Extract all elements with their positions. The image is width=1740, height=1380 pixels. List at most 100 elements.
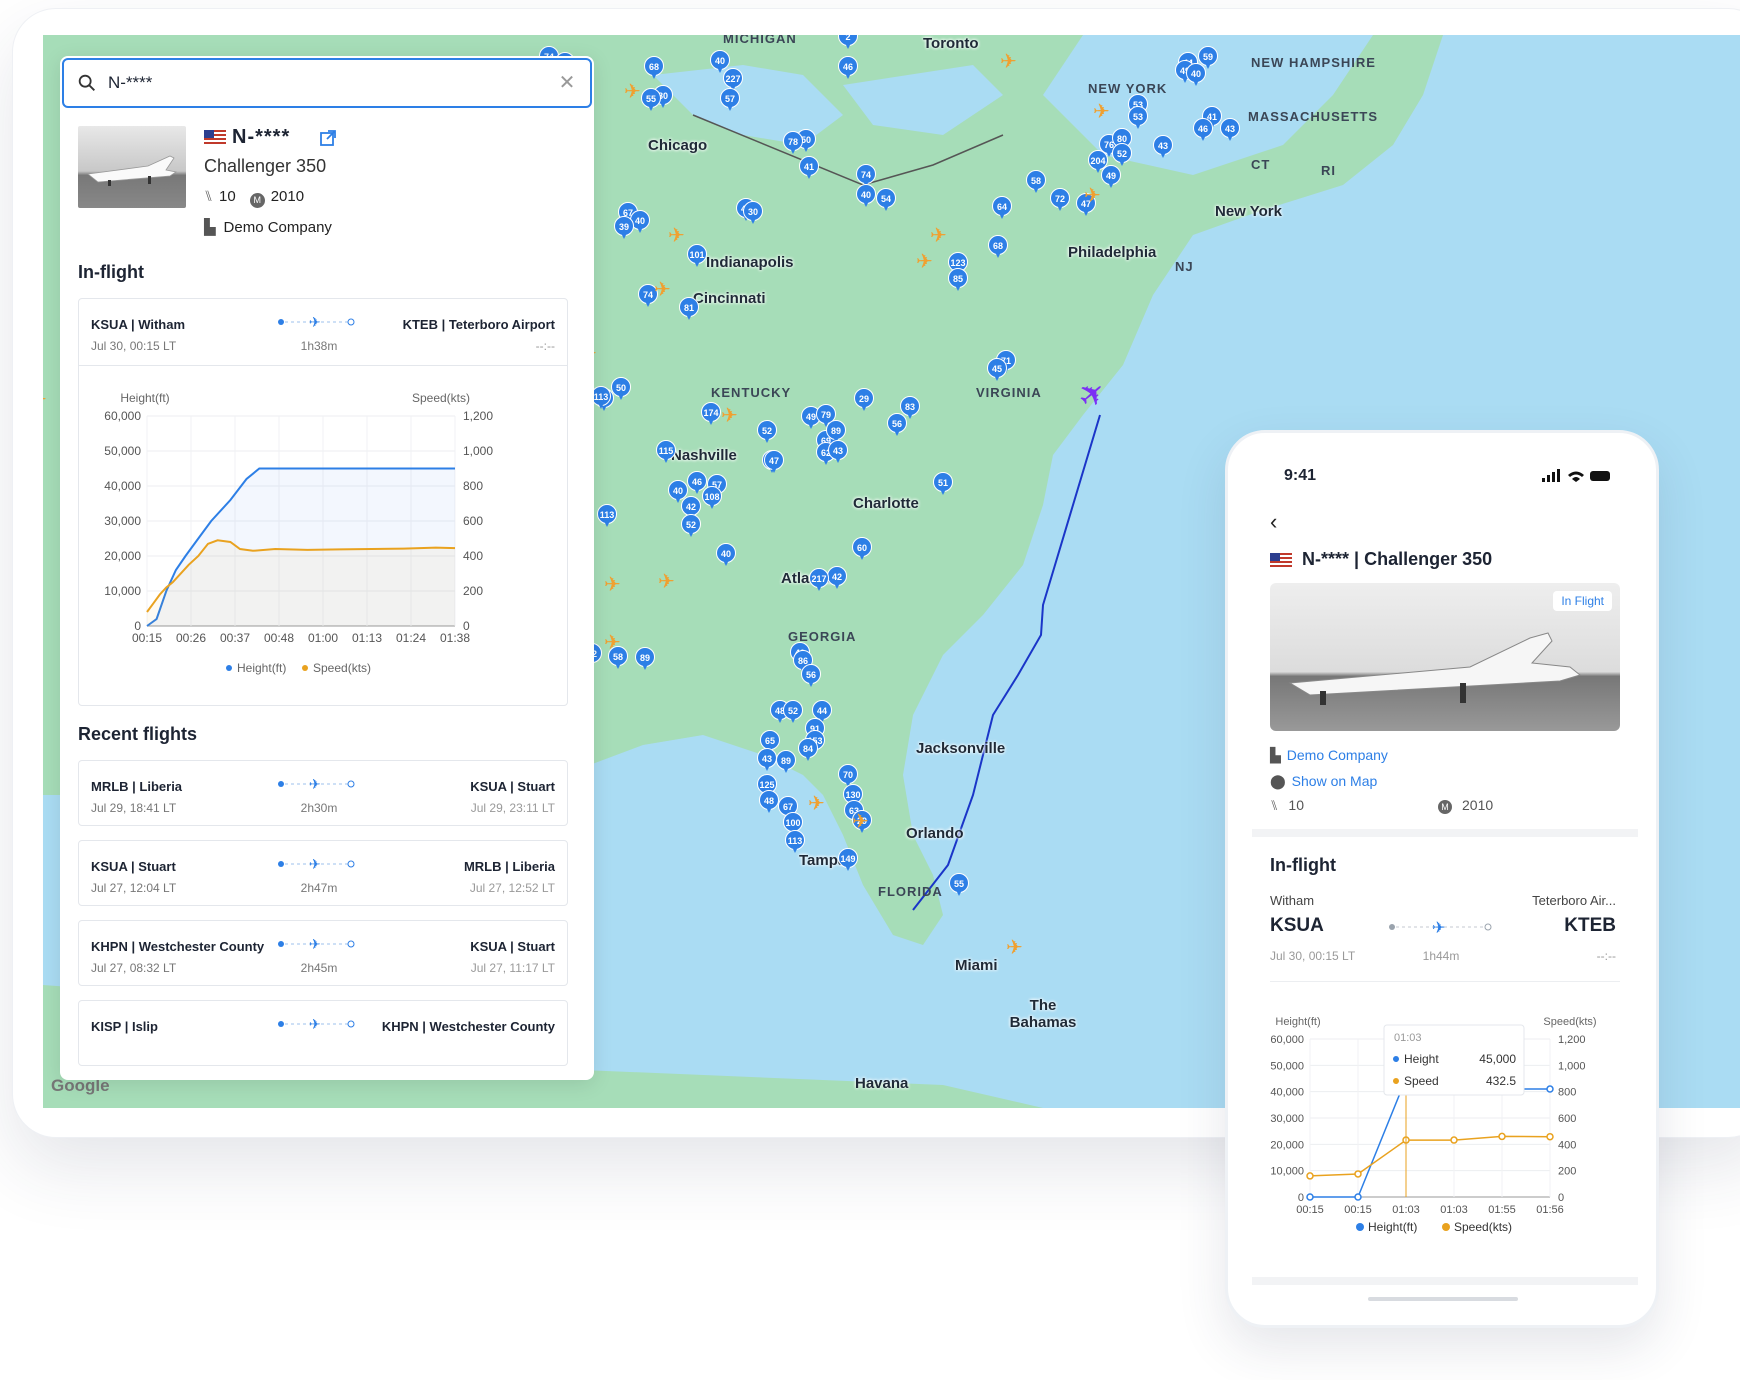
recent-flight-card[interactable]: KHPN | Westchester County ✈ KSUA | Stuar…	[78, 920, 568, 986]
aircraft-cluster-pin[interactable]: 43	[828, 440, 848, 464]
other-aircraft-icon[interactable]: ✈	[1093, 102, 1113, 122]
aircraft-cluster-pin[interactable]: 56	[887, 413, 907, 437]
aircraft-cluster-pin[interactable]: 40	[716, 543, 736, 567]
other-aircraft-icon[interactable]: ✈	[43, 390, 50, 410]
other-aircraft-icon[interactable]: ✈	[930, 226, 950, 246]
aircraft-cluster-pin[interactable]: 113	[785, 830, 805, 854]
recent-flight-card[interactable]: MRLB | Liberia ✈ KSUA | Stuart Jul 29, 1…	[78, 760, 568, 826]
aircraft-cluster-pin[interactable]: 46	[838, 56, 858, 80]
external-link-icon[interactable]	[318, 128, 338, 148]
aircraft-cluster-pin[interactable]: 113	[597, 504, 617, 528]
other-aircraft-icon[interactable]: ✈	[808, 794, 828, 814]
aircraft-cluster-pin[interactable]: 56	[801, 664, 821, 688]
aircraft-cluster-pin[interactable]: 43	[1153, 135, 1173, 159]
svg-text:✈: ✈	[309, 315, 321, 329]
aircraft-cluster-pin[interactable]: 52	[757, 420, 777, 444]
phone-altitude-speed-chart[interactable]: Height(ft) Speed(kts) 0 0 10,000 200 20,000 400…	[1258, 1003, 1638, 1273]
series-point[interactable]	[1546, 1132, 1554, 1141]
aircraft-cluster-pin[interactable]: 68	[988, 235, 1008, 259]
other-aircraft-icon[interactable]: ✈	[1006, 938, 1026, 958]
aircraft-cluster-pin[interactable]: 49	[1101, 165, 1121, 189]
other-aircraft-icon[interactable]: ✈	[1084, 186, 1104, 206]
other-aircraft-icon[interactable]: ✈	[654, 280, 674, 300]
aircraft-cluster-pin[interactable]: 174	[701, 402, 721, 426]
aircraft-cluster-pin[interactable]: 108	[702, 486, 722, 510]
aircraft-cluster-pin[interactable]: 39	[614, 216, 634, 240]
aircraft-cluster-pin[interactable]: 50	[611, 377, 631, 401]
aircraft-cluster-pin[interactable]: 149	[838, 848, 858, 872]
aircraft-cluster-pin[interactable]: 2	[838, 35, 858, 50]
aircraft-cluster-pin[interactable]: 89	[635, 647, 655, 671]
series-point[interactable]	[1354, 1170, 1362, 1178]
show-on-map-link[interactable]: ⬤ Show on Map	[1270, 773, 1377, 790]
aircraft-cluster-pin[interactable]: 81	[679, 297, 699, 321]
aircraft-cluster-pin[interactable]: 115	[656, 440, 676, 464]
altitude-speed-chart[interactable]: Height(ft) Speed(kts) 0 0 10,000 200 20,000 400…	[79, 365, 567, 705]
aircraft-cluster-pin[interactable]: 43	[1220, 118, 1240, 142]
aircraft-cluster-pin[interactable]: 52	[783, 700, 803, 724]
series-point[interactable]	[1546, 1085, 1554, 1093]
aircraft-cluster-pin[interactable]: 84	[798, 738, 818, 762]
aircraft-cluster-pin[interactable]: 43	[757, 748, 777, 772]
series-point[interactable]	[1306, 1172, 1314, 1180]
aircraft-cluster-pin[interactable]: 54	[876, 188, 896, 212]
aircraft-cluster-pin[interactable]: 53	[1128, 106, 1148, 130]
back-icon[interactable]: ‹	[1270, 509, 1277, 535]
x-tick-label: 00:15	[132, 631, 162, 645]
other-aircraft-icon[interactable]: ✈	[916, 252, 936, 272]
search-input[interactable]	[108, 70, 528, 96]
aircraft-cluster-pin[interactable]: 46	[1193, 118, 1213, 142]
series-point[interactable]	[1306, 1193, 1314, 1201]
aircraft-cluster-pin[interactable]: 30	[743, 201, 763, 225]
tooltip-time: 01:03	[1394, 1032, 1422, 1044]
y-left-tick-label: 0	[1298, 1192, 1304, 1204]
aircraft-cluster-pin[interactable]: 42	[827, 566, 847, 590]
aircraft-cluster-pin[interactable]: 52	[681, 514, 701, 538]
other-aircraft-icon[interactable]: ✈	[624, 82, 644, 102]
series-point[interactable]	[1354, 1193, 1362, 1201]
other-aircraft-icon[interactable]: ✈	[721, 406, 741, 426]
aircraft-cluster-pin[interactable]: 55	[949, 873, 969, 897]
aircraft-cluster-pin[interactable]: 41	[799, 156, 819, 180]
series-point[interactable]	[1498, 1132, 1506, 1141]
aircraft-cluster-pin[interactable]: 40	[1186, 63, 1206, 87]
leg-duration: 2h47m	[300, 881, 338, 895]
aircraft-cluster-pin[interactable]: 29	[854, 388, 874, 412]
aircraft-cluster-pin[interactable]: 55	[641, 88, 661, 112]
map-label-virginia: VIRGINIA	[976, 385, 1042, 400]
clear-icon[interactable]: ✕	[556, 72, 578, 94]
series-point[interactable]	[1450, 1136, 1458, 1144]
other-aircraft-icon[interactable]: ✈	[604, 575, 624, 595]
in-flight-card[interactable]: KSUA | Witham ✈ KTEB | Teterboro Airport…	[78, 298, 568, 706]
aircraft-cluster-pin[interactable]: 217	[809, 568, 829, 592]
aircraft-cluster-pin[interactable]: 68	[644, 56, 664, 80]
other-aircraft-icon[interactable]: ✈	[1000, 52, 1020, 72]
recent-flight-card[interactable]: KSUA | Stuart ✈ MRLB | Liberia Jul 27, 1…	[78, 840, 568, 906]
aircraft-cluster-pin[interactable]: 60	[852, 537, 872, 561]
aircraft-cluster-pin[interactable]: 58	[1026, 170, 1046, 194]
other-aircraft-icon[interactable]: ✈	[668, 226, 688, 246]
other-aircraft-icon[interactable]: ✈	[604, 633, 624, 653]
search-box[interactable]: ✕	[62, 58, 592, 108]
aircraft-cluster-pin[interactable]: 48	[759, 790, 779, 814]
aircraft-cluster-pin[interactable]: 64	[992, 196, 1012, 220]
map-label-new-hampshire: NEW HAMPSHIRE	[1251, 55, 1376, 70]
legend-height-label: Height(ft)	[237, 661, 286, 675]
aircraft-cluster-pin[interactable]: 72	[1050, 188, 1070, 212]
aircraft-cluster-pin[interactable]: 47	[764, 450, 784, 474]
other-aircraft-icon[interactable]: ✈	[658, 572, 678, 592]
aircraft-cluster-pin[interactable]: 78	[783, 131, 803, 155]
other-aircraft-icon[interactable]: ✈	[852, 812, 872, 832]
aircraft-cluster-pin[interactable]: 85	[948, 268, 968, 292]
aircraft-cluster-pin[interactable]: 52	[1112, 143, 1132, 167]
operator-link[interactable]: ▙ Demo Company	[1270, 747, 1388, 764]
aircraft-cluster-pin[interactable]: 45	[987, 358, 1007, 382]
aircraft-cluster-pin[interactable]: 40	[856, 184, 876, 208]
aircraft-cluster-pin[interactable]: 89	[776, 750, 796, 774]
recent-flight-card[interactable]: KISP | Islip ✈ KHPN | Westchester County	[78, 1000, 568, 1066]
aircraft-cluster-pin[interactable]: 57	[720, 88, 740, 112]
aircraft-cluster-pin[interactable]: 101	[687, 244, 707, 268]
svg-text:✈: ✈	[309, 857, 321, 871]
aircraft-cluster-pin[interactable]: 51	[933, 472, 953, 496]
aircraft-cluster-pin[interactable]: 113	[591, 386, 611, 410]
